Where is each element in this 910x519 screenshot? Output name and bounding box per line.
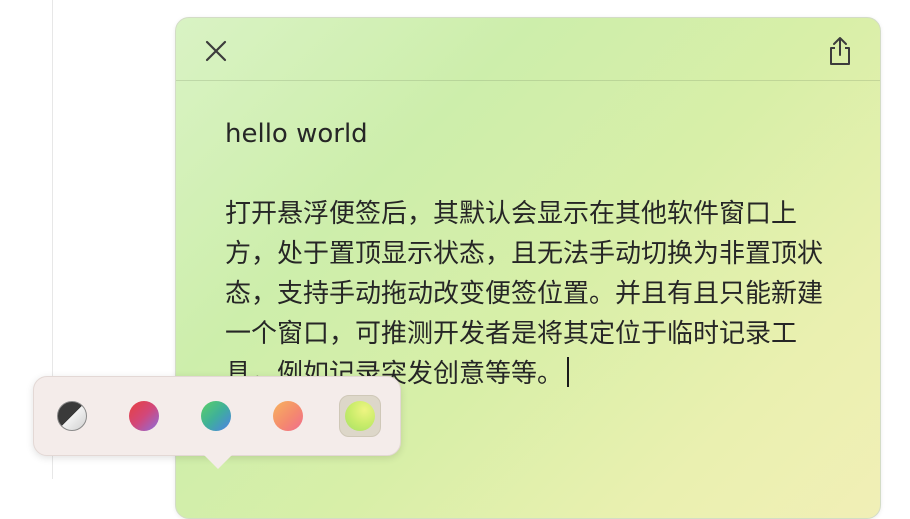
- text-caret: [567, 357, 570, 387]
- swatch-dot: [129, 401, 159, 431]
- swatch-dot: [345, 401, 375, 431]
- swatch-yellow-green[interactable]: [339, 395, 381, 437]
- palette-pointer-arrow: [202, 453, 234, 469]
- note-paragraph: 打开悬浮便签后，其默认会显示在其他软件窗口上方，处于置顶显示状态，且无法手动切换…: [225, 194, 845, 394]
- swatch-orange-pink[interactable]: [267, 395, 309, 437]
- note-paragraph-text: 打开悬浮便签后，其默认会显示在其他软件窗口上方，处于置顶显示状态，且无法手动切换…: [225, 199, 824, 389]
- share-icon: [830, 37, 850, 65]
- color-palette-popover: [33, 376, 401, 456]
- close-icon: [205, 40, 227, 62]
- note-text-editor[interactable]: hello world 打开悬浮便签后，其默认会显示在其他软件窗口上方，处于置顶…: [225, 114, 845, 394]
- swatch-dot: [201, 401, 231, 431]
- swatch-dot: [57, 401, 87, 431]
- close-button[interactable]: [200, 35, 232, 67]
- swatch-red-purple[interactable]: [123, 395, 165, 437]
- swatch-green-blue[interactable]: [195, 395, 237, 437]
- note-title-line: hello world: [225, 119, 368, 149]
- note-toolbar: [176, 18, 880, 81]
- share-button[interactable]: [822, 33, 858, 69]
- swatch-dot: [273, 401, 303, 431]
- swatch-auto-dark-light[interactable]: [51, 395, 93, 437]
